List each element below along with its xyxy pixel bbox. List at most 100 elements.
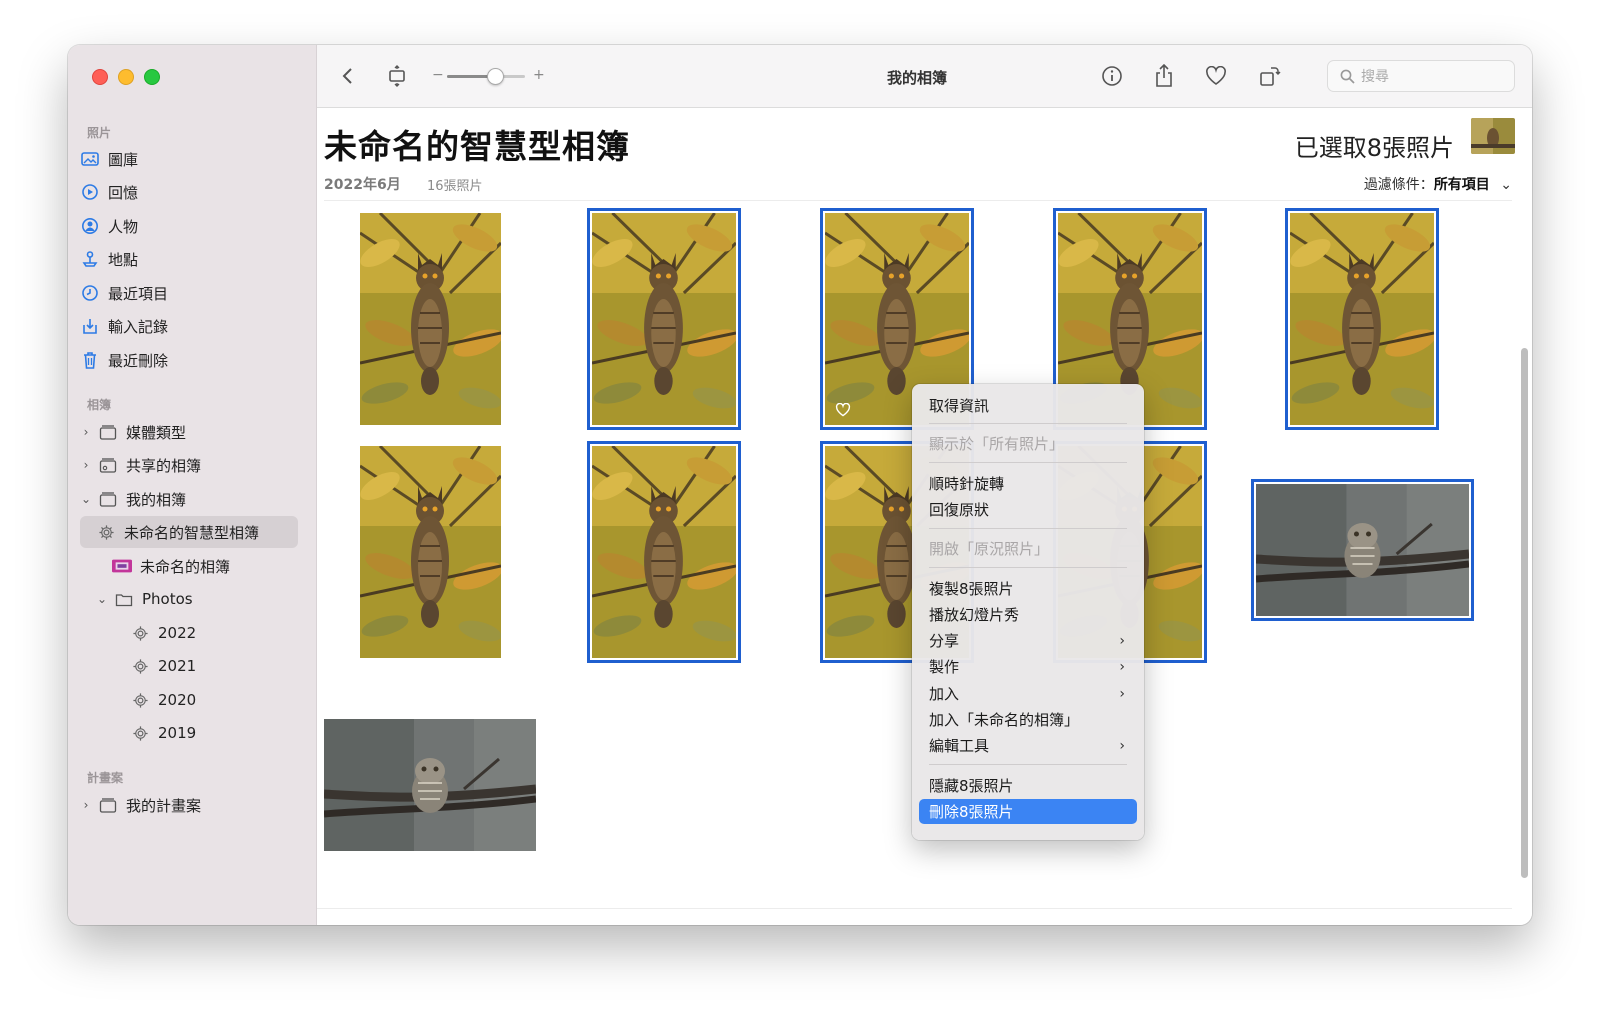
menu-item-add-to-untitled-album[interactable]: 加入「未命名的相簿」: [919, 707, 1137, 732]
sidebar-item-imports[interactable]: 輸入記錄: [80, 310, 302, 342]
menu-item-revert[interactable]: 回復原狀: [919, 497, 1137, 522]
fit-icon: [389, 65, 405, 87]
folder-icon: [114, 589, 134, 609]
close-button[interactable]: [92, 69, 108, 85]
sidebar-item-photos-folder[interactable]: ⌄ Photos: [80, 583, 302, 615]
photo-thumbnail-selected[interactable]: [587, 441, 741, 663]
sidebar-item-my-projects[interactable]: › 我的計畫案: [80, 789, 302, 821]
fit-view-button[interactable]: [384, 63, 410, 89]
selection-thumbnail: [1471, 118, 1515, 154]
sidebar-item-label: Photos: [142, 590, 193, 608]
vertical-scrollbar[interactable]: [1521, 348, 1528, 878]
filter-label: 過濾條件：: [1363, 177, 1434, 193]
folder-stack-icon: [98, 795, 118, 815]
chevron-down-icon[interactable]: ⌄: [96, 592, 108, 606]
chevron-right-icon: ›: [1119, 685, 1125, 702]
small-owl-photo-icon: [324, 719, 536, 851]
gear-icon: [130, 656, 150, 676]
menu-item-add-to[interactable]: 加入 ›: [919, 681, 1137, 706]
sidebar: 照片 圖庫 回憶 人物 地點 最近項目 輸入記錄 最近刪除 相簿 › 媒體類型 …: [68, 45, 317, 925]
album-thumbnail-icon: [112, 556, 132, 576]
sidebar-item-media-types[interactable]: › 媒體類型: [80, 416, 302, 448]
imports-icon: [80, 316, 100, 336]
chevron-right-icon: ›: [1119, 658, 1125, 675]
window-controls: [92, 69, 160, 85]
filter-dropdown[interactable]: 過濾條件：所有項目 ⌄: [1364, 174, 1512, 194]
sidebar-item-recently-deleted[interactable]: 最近刪除: [80, 344, 302, 376]
search-field[interactable]: 搜尋: [1327, 60, 1515, 92]
sidebar-item-label: 我的相簿: [126, 490, 187, 509]
sidebar-item-library[interactable]: 圖庫: [80, 143, 302, 175]
sidebar-item-2022[interactable]: 2022: [80, 617, 302, 649]
share-button[interactable]: [1151, 63, 1177, 89]
menu-separator: [929, 764, 1127, 765]
photo-thumbnail-selected[interactable]: [1285, 208, 1439, 430]
menu-item-duplicate[interactable]: 複製8張照片: [919, 576, 1137, 601]
sidebar-item-smart-album[interactable]: 未命名的智慧型相簿: [80, 516, 298, 548]
chevron-right-icon[interactable]: ›: [80, 798, 92, 812]
sidebar-item-untitled-album[interactable]: 未命名的相簿: [80, 550, 302, 582]
sidebar-item-recents[interactable]: 最近項目: [80, 277, 302, 309]
favorite-button[interactable]: [1203, 63, 1229, 89]
minimize-button[interactable]: [118, 69, 134, 85]
album-date: 2022年6月: [324, 177, 401, 193]
menu-item-delete[interactable]: 刪除8張照片: [919, 799, 1137, 824]
chevron-right-icon[interactable]: ›: [80, 458, 92, 472]
sidebar-item-my-albums[interactable]: ⌄ 我的相簿: [80, 483, 302, 515]
memories-icon: [80, 182, 100, 202]
sidebar-item-label: 人物: [108, 217, 139, 236]
sidebar-item-label: 2019: [158, 724, 197, 742]
info-button[interactable]: [1099, 63, 1125, 89]
menu-item-rotate-clockwise[interactable]: 順時針旋轉: [919, 471, 1137, 496]
menu-separator: [929, 462, 1127, 463]
zoom-button[interactable]: [144, 69, 160, 85]
menu-item-share[interactable]: 分享 ›: [919, 628, 1137, 653]
chevron-down-icon[interactable]: ⌄: [80, 492, 92, 506]
sidebar-item-label: 未命名的智慧型相簿: [124, 523, 260, 542]
sidebar-item-label: 最近刪除: [108, 351, 169, 370]
gear-icon: [130, 623, 150, 643]
share-icon: [1156, 64, 1172, 87]
chevron-right-icon[interactable]: ›: [80, 425, 92, 439]
sidebar-item-memories[interactable]: 回憶: [80, 176, 302, 208]
menu-item-create[interactable]: 製作 ›: [919, 654, 1137, 679]
toolbar: − + 我的相簿 搜尋: [317, 45, 1532, 108]
sidebar-item-2020[interactable]: 2020: [80, 684, 302, 716]
chevron-down-icon: ⌄: [1500, 177, 1512, 193]
zoom-slider[interactable]: [447, 68, 525, 85]
menu-item-get-info[interactable]: 取得資訊: [919, 393, 1137, 418]
search-placeholder: 搜尋: [1361, 69, 1389, 85]
photo-thumbnail-selected[interactable]: [1251, 479, 1474, 621]
people-icon: [80, 216, 100, 236]
gear-icon: [130, 723, 150, 743]
trash-icon: [80, 350, 100, 370]
sidebar-item-2021[interactable]: 2021: [80, 650, 302, 682]
sidebar-item-people[interactable]: 人物: [80, 210, 302, 242]
sidebar-item-label: 共享的相簿: [126, 456, 202, 475]
menu-item-edit-with[interactable]: 編輯工具 ›: [919, 733, 1137, 758]
window-title: 我的相簿: [886, 69, 947, 87]
photo-thumbnail-selected[interactable]: [587, 208, 741, 430]
photo-thumbnail[interactable]: [360, 446, 501, 658]
chevron-right-icon: ›: [1119, 632, 1125, 649]
info-icon: [1102, 66, 1122, 86]
menu-item-hide[interactable]: 隱藏8張照片: [919, 773, 1137, 798]
sidebar-item-shared-albums[interactable]: › 共享的相簿: [80, 449, 302, 481]
sidebar-item-places[interactable]: 地點: [80, 243, 302, 275]
photo-thumbnail[interactable]: [360, 213, 501, 425]
menu-separator: [929, 528, 1127, 529]
gear-icon: [96, 522, 116, 542]
zoom-slider-thumb[interactable]: [487, 68, 505, 85]
recents-icon: [80, 283, 100, 303]
section-title-projects: 計畫案: [87, 771, 124, 785]
gear-icon: [130, 690, 150, 710]
folder-stack-icon: [98, 422, 118, 442]
sidebar-item-label: 回憶: [108, 183, 139, 202]
photo-thumbnail[interactable]: [324, 719, 536, 851]
back-button[interactable]: [335, 63, 361, 89]
rotate-button[interactable]: [1257, 63, 1283, 89]
menu-separator: [929, 567, 1127, 568]
sidebar-item-2019[interactable]: 2019: [80, 717, 302, 749]
content-bottom-divider: [317, 908, 1512, 909]
menu-item-slideshow[interactable]: 播放幻燈片秀: [919, 602, 1137, 627]
